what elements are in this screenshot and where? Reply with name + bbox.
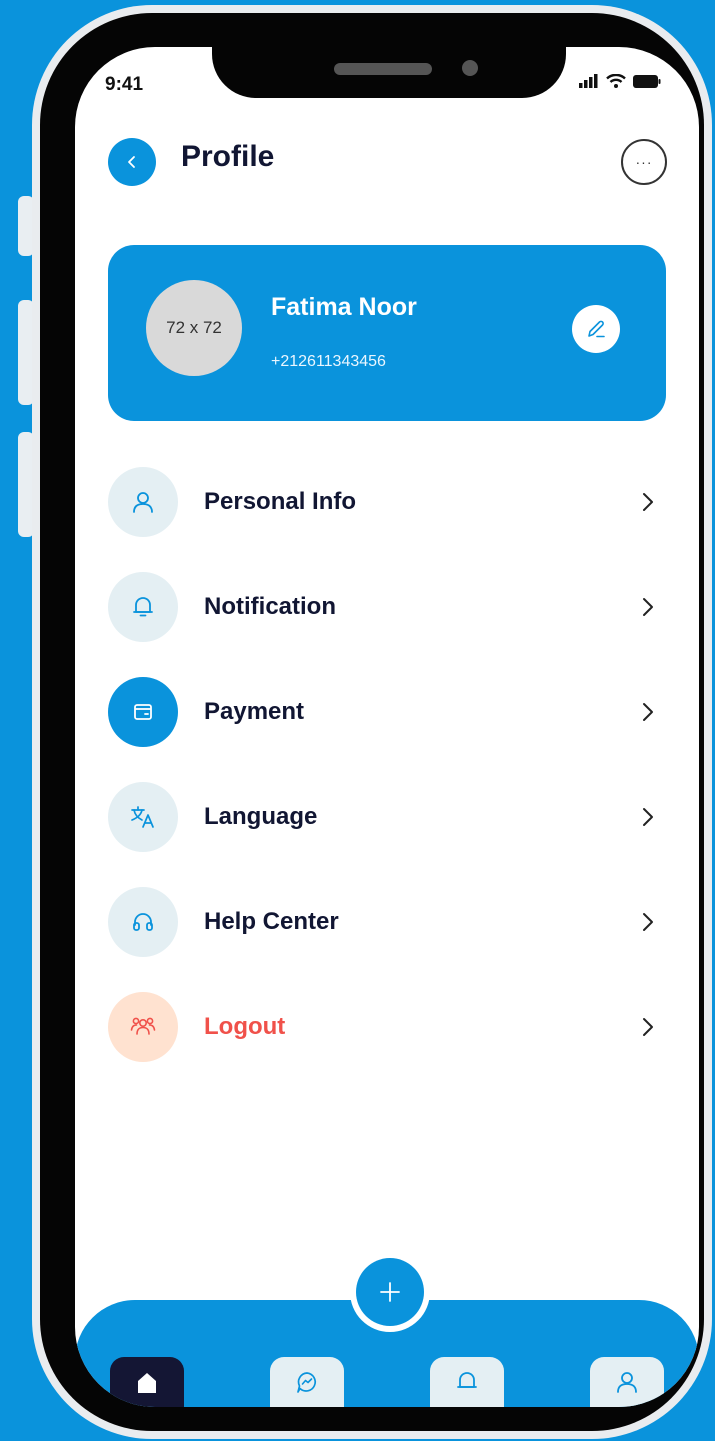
status-icons	[579, 74, 661, 88]
nav-tab-notifications[interactable]	[430, 1357, 504, 1407]
logout-icon	[130, 1017, 156, 1035]
more-options-button[interactable]: ···	[621, 139, 667, 185]
menu-label-payment: Payment	[204, 698, 305, 725]
chevron-right-icon	[643, 1018, 653, 1036]
chevron-right-icon	[643, 913, 653, 931]
profile-card: 72 x 72 Fatima Noor +212611343456	[108, 245, 666, 421]
menu-item-personal-info[interactable]: Personal Info	[108, 467, 668, 547]
profile-phone: +212611343456	[271, 353, 386, 370]
menu-label-notification: Notification	[204, 593, 336, 620]
chevron-right-icon	[643, 808, 653, 826]
bell-icon	[457, 1372, 477, 1388]
translate-icon	[131, 806, 154, 828]
menu-item-language[interactable]: Language	[108, 782, 668, 862]
nav-tab-messages[interactable]	[270, 1357, 344, 1407]
wallet-icon	[134, 704, 152, 720]
signal-icon	[579, 74, 598, 88]
chat-icon	[297, 1372, 316, 1393]
menu-label-logout: Logout	[204, 1013, 286, 1040]
screen: 9:41 Profile ··· 72 x 72 Fatima Noor +21…	[75, 47, 699, 1407]
avatar-placeholder-text: 72 x 72	[166, 318, 222, 337]
menu-icon-circle	[108, 677, 178, 747]
battery-icon	[633, 74, 661, 88]
page-title: Profile	[181, 140, 275, 173]
menu-icon-circle	[108, 782, 178, 852]
speaker	[334, 63, 432, 75]
home-icon	[138, 1373, 156, 1393]
notch	[212, 40, 566, 98]
chevron-right-icon	[643, 703, 653, 721]
edit-profile-button[interactable]	[572, 305, 620, 353]
bell-icon	[133, 597, 153, 617]
plus-icon	[380, 1282, 400, 1302]
user-icon	[617, 1372, 637, 1393]
more-dots-icon: ···	[635, 154, 653, 170]
menu-item-logout[interactable]: Logout	[108, 992, 668, 1072]
chevron-left-icon	[128, 156, 135, 168]
menu-label-personal-info: Personal Info	[204, 488, 357, 515]
chevron-right-icon	[643, 598, 653, 616]
add-button[interactable]	[356, 1258, 424, 1326]
nav-tab-home[interactable]	[110, 1357, 184, 1407]
avatar: 72 x 72	[146, 280, 242, 376]
camera	[462, 60, 478, 76]
profile-name: Fatima Noor	[271, 293, 417, 321]
headset-icon	[133, 913, 153, 931]
wifi-icon	[606, 74, 626, 88]
nav-tab-profile[interactable]	[590, 1357, 664, 1407]
menu-label-language: Language	[204, 803, 318, 830]
menu-item-help-center[interactable]: Help Center	[108, 887, 668, 967]
chevron-right-icon	[643, 493, 653, 511]
menu-icon-circle	[108, 572, 178, 642]
pencil-icon	[588, 320, 605, 338]
user-icon	[133, 492, 153, 513]
menu-label-help-center: Help Center	[204, 908, 339, 935]
back-button[interactable]	[108, 138, 156, 186]
menu-icon-circle	[108, 992, 178, 1062]
menu-icon-circle	[108, 887, 178, 957]
menu-item-payment[interactable]: Payment	[108, 677, 668, 757]
status-time: 9:41	[105, 74, 144, 95]
menu-item-notification[interactable]: Notification	[108, 572, 668, 652]
menu-icon-circle	[108, 467, 178, 537]
